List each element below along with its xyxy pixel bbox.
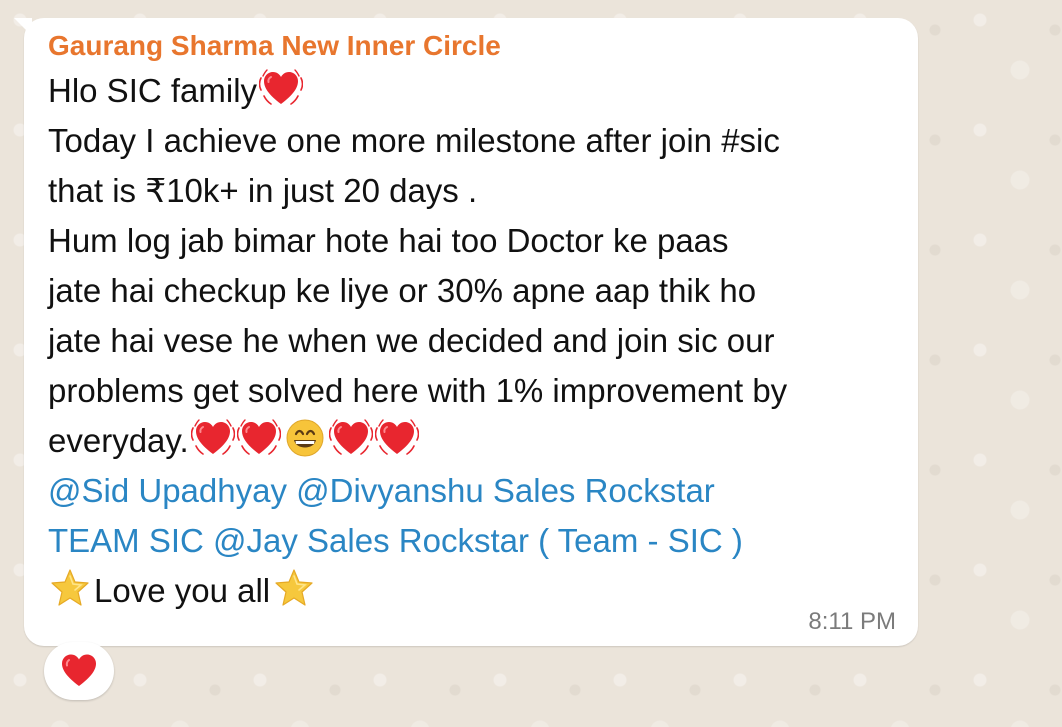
message-bubble[interactable]: Gaurang Sharma New Inner Circle Hlo SIC … bbox=[14, 18, 918, 646]
message-line: jate hai checkup ke liye or 30% apne aap… bbox=[48, 272, 757, 309]
reaction-badge[interactable] bbox=[44, 642, 114, 700]
message-text: everyday. bbox=[48, 422, 189, 459]
message-line: Hum log jab bimar hote hai too Doctor ke… bbox=[48, 222, 729, 259]
message-line: jate hai vese he when we decided and joi… bbox=[48, 322, 775, 359]
grinning-face-icon bbox=[283, 416, 327, 460]
vibrating-heart-icon bbox=[191, 416, 235, 460]
vibrating-heart-icon bbox=[237, 416, 281, 460]
sender-name[interactable]: Gaurang Sharma New Inner Circle bbox=[48, 28, 892, 64]
message-timestamp: 8:11 PM bbox=[808, 608, 896, 635]
glowing-star-icon bbox=[272, 566, 316, 610]
message-line: Hlo SIC family bbox=[48, 66, 892, 116]
message-line: everyday. bbox=[48, 416, 892, 466]
red-heart-icon bbox=[59, 651, 99, 691]
glowing-star-icon bbox=[48, 566, 92, 610]
message-text: Hlo SIC family bbox=[48, 72, 258, 109]
message-line: that is ₹10k+ in just 20 days . bbox=[48, 172, 478, 209]
vibrating-heart-icon bbox=[375, 416, 419, 460]
closing-text: Love you all bbox=[94, 572, 271, 609]
message-line: Today I achieve one more milestone after… bbox=[48, 122, 780, 159]
message-line: problems get solved here with 1% improve… bbox=[48, 372, 788, 409]
vibrating-heart-icon bbox=[259, 66, 303, 110]
vibrating-heart-icon bbox=[329, 416, 373, 460]
mention-line[interactable]: @Sid Upadhyay @Divyanshu Sales Rockstar bbox=[48, 466, 892, 516]
closing-line: Love you all bbox=[48, 566, 892, 616]
mention-line[interactable]: TEAM SIC @Jay Sales Rockstar ( Team - SI… bbox=[48, 516, 892, 566]
